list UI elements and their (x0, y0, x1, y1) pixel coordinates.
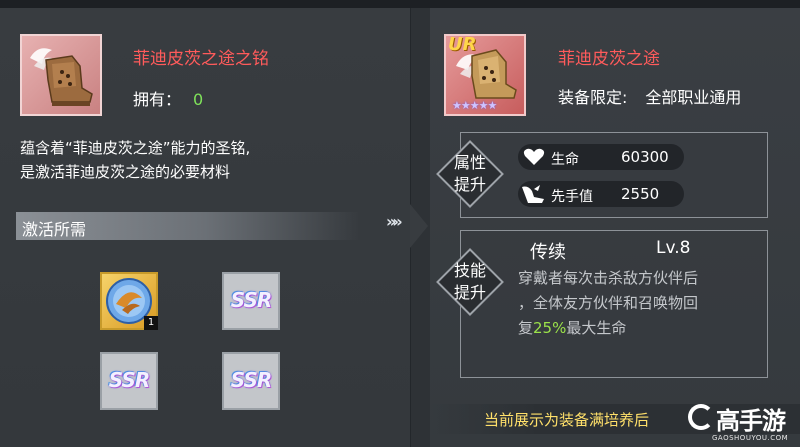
material-slot-ssr[interactable]: SSR (100, 352, 158, 410)
ssr-label: SSR (230, 288, 273, 312)
material-count: 1 (144, 316, 158, 330)
requirement-header: 激活所需 (22, 220, 87, 239)
skill-desc-line: 穿戴者每次击杀敌方伙伴后 (518, 269, 699, 287)
ssr-label: SSR (230, 368, 273, 392)
star-rating: ★★★★★ (452, 99, 497, 112)
owned-label: 拥有： (133, 90, 182, 109)
triple-chevron-icon: »» (386, 212, 403, 231)
skill-desc-line: ，全体友方伙伴和召唤物回 (518, 294, 699, 312)
equip-value: 全部职业通用 (645, 88, 742, 107)
heart-icon (523, 148, 545, 165)
section-label-line: 属性 (453, 153, 486, 172)
watermark-name: 高手游 (716, 407, 786, 435)
ur-rarity-badge: UR (448, 34, 477, 55)
skill-level: Lv.8 (656, 238, 691, 258)
footer-notice: 当前展示为装备满培养后 (484, 411, 650, 429)
description-line: 蕴含着“菲迪皮茨之途”能力的圣铭, (20, 139, 251, 157)
watermark-url: GAOSHOUYOU.COM (712, 434, 789, 442)
panel-pointer (410, 204, 428, 248)
ssr-label: SSR (108, 368, 151, 392)
skill-section-label: 技能 提升 (440, 260, 500, 304)
material-slot-sigil[interactable]: 1 (100, 272, 158, 330)
skill-desc-line: 复25%最大生命 (518, 316, 786, 341)
section-label-line: 提升 (453, 175, 486, 194)
section-label-line: 技能 (453, 261, 486, 280)
stat-value-hp: 60300 (621, 148, 669, 166)
material-slot-ssr[interactable]: SSR (222, 272, 280, 330)
owned-count-row: 拥有： 0 (133, 86, 203, 110)
requirement-header-bar: 激活所需 (16, 212, 360, 240)
winged-boot-icon (522, 185, 544, 203)
top-strip (0, 0, 800, 8)
skill-desc-highlight: 25% (533, 319, 567, 337)
skill-description: 穿戴者每次击杀敌方伙伴后 ，全体友方伙伴和召唤物回 复25%最大生命 (518, 266, 786, 341)
equipment-item-icon[interactable]: UR ★★★★★ (444, 34, 526, 116)
site-watermark: 高手游 GAOSHOUYOU.COM (688, 402, 798, 446)
stat-name-hp: 生命 (551, 152, 579, 168)
owned-count: 0 (193, 90, 204, 109)
sigil-item-icon[interactable] (20, 34, 102, 116)
item-description: 蕴含着“菲迪皮茨之途”能力的圣铭, 是激活菲迪皮茨之途的必要材料 (20, 136, 400, 184)
equip-restriction-row: 装备限定: 全部职业通用 (558, 84, 741, 108)
equipment-title: 菲迪皮茨之途 (558, 49, 660, 69)
equip-label: 装备限定: (558, 88, 628, 107)
skill-desc-text: 最大生命 (566, 319, 627, 337)
description-line: 是激活菲迪皮茨之途的必要材料 (20, 163, 231, 181)
item-title: 菲迪皮茨之途之铭 (133, 49, 269, 69)
attribute-section-label: 属性 提升 (440, 152, 500, 196)
skill-name: 传续 (530, 242, 566, 263)
stat-value-initiative: 2550 (621, 185, 660, 203)
g-logo-icon (688, 404, 714, 430)
skill-desc-text: 复 (518, 319, 534, 337)
section-label-line: 提升 (453, 283, 486, 302)
material-slot-ssr[interactable]: SSR (222, 352, 280, 410)
stat-name-initiative: 先手值 (551, 189, 593, 205)
